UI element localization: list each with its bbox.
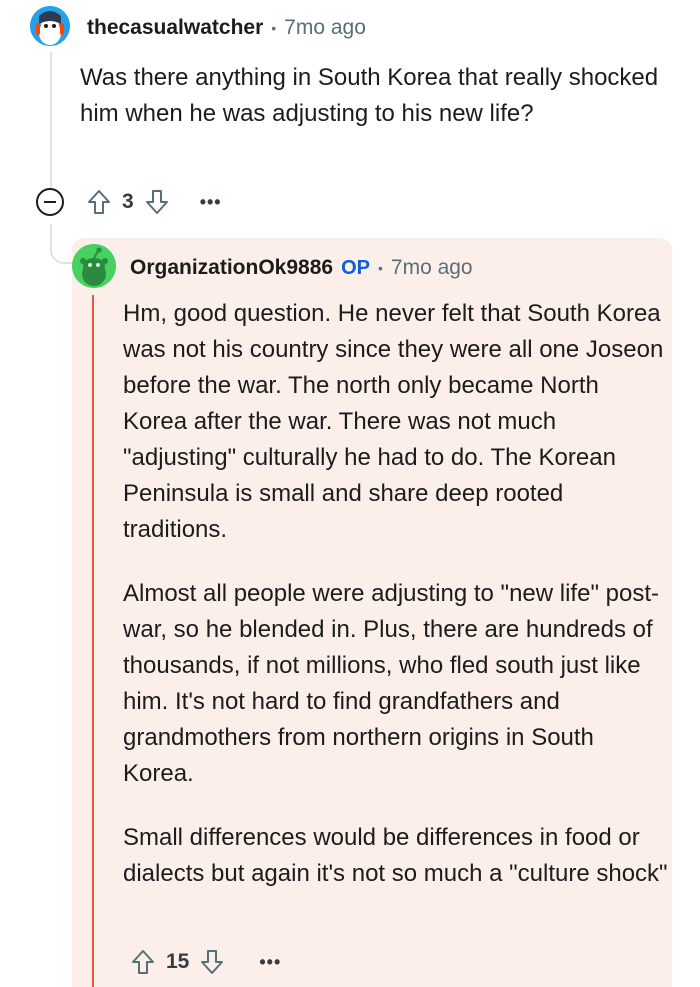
collapse-thread-button[interactable]: [36, 188, 64, 216]
separator-dot: •: [377, 260, 383, 276]
reply-thread-line[interactable]: [92, 295, 94, 987]
downvote-icon[interactable]: [199, 948, 225, 976]
reply-paragraph: Hm, good question. He never felt that So…: [123, 300, 664, 543]
reply-connector-line: [50, 224, 72, 264]
reply-paragraph: Almost all people were adjusting to "new…: [123, 580, 659, 787]
downvote-icon[interactable]: [144, 188, 170, 216]
thread-line[interactable]: [50, 52, 52, 188]
parent-timestamp[interactable]: 7mo ago: [284, 16, 366, 40]
upvote-icon[interactable]: [86, 188, 112, 216]
more-options-icon[interactable]: •••: [200, 192, 222, 213]
parent-comment-text: Was there anything in South Korea that r…: [80, 64, 659, 127]
op-badge: OP: [341, 256, 370, 279]
more-options-icon[interactable]: •••: [259, 952, 281, 973]
minus-icon: [44, 201, 56, 203]
reply-action-bar: 15 •••: [130, 948, 281, 976]
comment-thread: thecasualwatcher • 7mo ago Was there any…: [0, 0, 700, 987]
parent-comment-body: Was there anything in South Korea that r…: [80, 60, 670, 132]
parent-score: 3: [122, 190, 134, 213]
parent-username[interactable]: thecasualwatcher: [87, 16, 263, 40]
parent-action-bar: 3 •••: [36, 188, 222, 216]
reply-timestamp[interactable]: 7mo ago: [391, 256, 473, 280]
reply-comment-body: Hm, good question. He never felt that So…: [123, 296, 668, 920]
snoo-avatar-blue-icon[interactable]: [30, 6, 70, 46]
snoo-avatar-green-icon[interactable]: [72, 244, 116, 288]
reply-author-line: OrganizationOk9886 OP • 7mo ago: [130, 256, 473, 280]
reply-username[interactable]: OrganizationOk9886: [130, 256, 333, 280]
reply-paragraph: Small differences would be differences i…: [123, 824, 668, 887]
upvote-icon[interactable]: [130, 948, 156, 976]
separator-dot: •: [271, 20, 277, 36]
reply-score: 15: [166, 950, 190, 973]
parent-author-line: thecasualwatcher • 7mo ago: [87, 16, 366, 40]
